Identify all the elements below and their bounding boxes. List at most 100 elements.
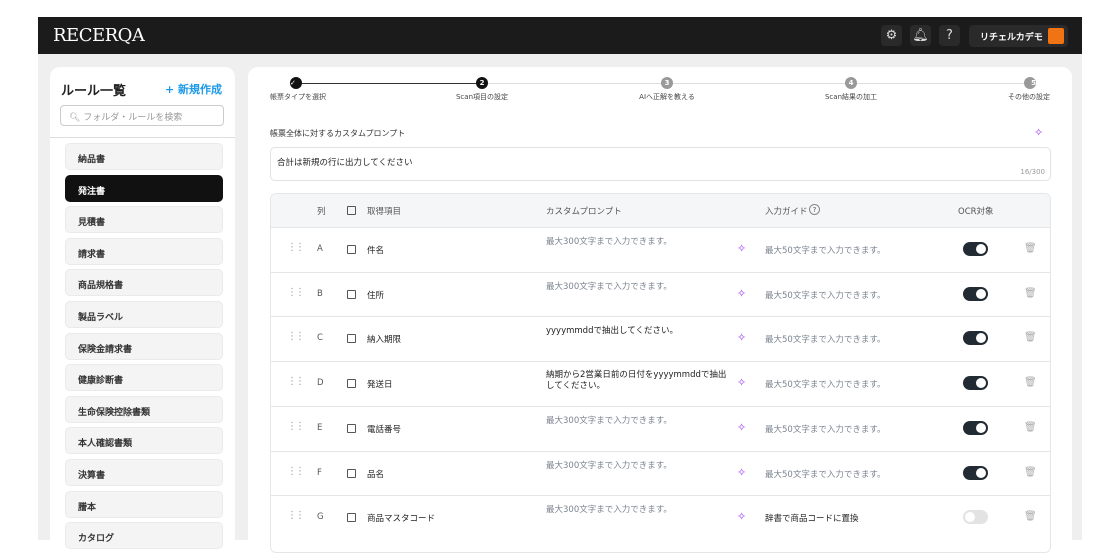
row-checkbox[interactable]: [347, 513, 356, 523]
drag-handle-icon[interactable]: ⋮⋮: [287, 287, 305, 298]
row-checkbox[interactable]: [347, 245, 356, 254]
custom-prompt-label: 帳票全体に対するカスタムプロンプト: [270, 129, 406, 138]
select-all-checkbox[interactable]: [347, 206, 356, 215]
row-guide-input[interactable]: 最大50文字まで入力できます。: [765, 423, 885, 435]
help-icon[interactable]: ?: [809, 204, 820, 215]
ai-sparkle-icon[interactable]: ✧: [737, 242, 746, 255]
row-prompt-input[interactable]: 最大300文字まで入力できます。: [546, 416, 731, 427]
row-guide-input[interactable]: 辞書で商品コードに置換: [765, 512, 859, 524]
row-item: 発送日: [367, 380, 393, 391]
custom-prompt-input[interactable]: 合計は新規の行に出力してください 16/300: [270, 147, 1051, 181]
drag-handle-icon[interactable]: ⋮⋮: [287, 421, 305, 432]
custom-prompt-value: 合計は新規の行に出力してください: [277, 158, 413, 168]
row-prompt-input[interactable]: 納期から2営業日前の日付をyyyymmddで抽出してください。: [546, 370, 731, 392]
user-menu[interactable]: リチェルカデモ: [969, 25, 1068, 47]
drag-handle-icon[interactable]: ⋮⋮: [287, 331, 305, 342]
step[interactable]: 5 その他の設定: [950, 77, 1050, 102]
row-checkbox[interactable]: [347, 423, 356, 433]
ocr-toggle[interactable]: [963, 510, 988, 525]
sidebar-item[interactable]: 謄本: [65, 490, 223, 518]
step-label: AIへ正解を教える: [639, 93, 695, 101]
help-icon[interactable]: ?: [939, 25, 960, 46]
sidebar-item[interactable]: カタログ: [65, 522, 223, 550]
new-rule-button[interactable]: + 新規作成: [165, 81, 222, 97]
step-label: Scan項目の設定: [455, 93, 509, 101]
row-prompt-input[interactable]: 最大300文字まで入力できます。: [546, 505, 731, 516]
drag-handle-icon[interactable]: ⋮⋮: [287, 510, 305, 521]
ai-sparkle-icon[interactable]: ✧: [737, 331, 746, 344]
table-row: ⋮⋮ G 商品マスタコード 最大300文字まで入力できます。 ✧ 辞書で商品コー…: [271, 495, 1050, 540]
row-checkbox[interactable]: [347, 334, 356, 344]
trash-icon[interactable]: 🗑︎: [1024, 422, 1037, 433]
drag-handle-icon[interactable]: ⋮⋮: [287, 242, 305, 253]
step-number: 4: [845, 77, 857, 89]
sidebar-item[interactable]: 発注書: [65, 174, 223, 202]
drag-handle-icon[interactable]: ⋮⋮: [287, 376, 305, 387]
sidebar-item[interactable]: 生命保険控除書類: [65, 395, 223, 423]
trash-icon[interactable]: 🗑︎: [1024, 377, 1037, 388]
trash-icon[interactable]: 🗑︎: [1024, 288, 1037, 299]
trash-icon[interactable]: 🗑︎: [1024, 511, 1037, 522]
ai-sparkle-icon[interactable]: ✧: [737, 510, 746, 523]
table-row: ⋮⋮ A 件名 最大300文字まで入力できます。 ✧ 最大50文字まで入力できま…: [271, 227, 1050, 272]
header-guide: 入力ガイド: [765, 207, 808, 217]
ocr-toggle[interactable]: [963, 376, 988, 391]
main-panel: ✓ 帳票タイプを選択 2 Scan項目の設定 3 AIへ正解を教える 4 Scan結果の加工 5…: [248, 67, 1072, 553]
sidebar-item[interactable]: 決算書: [65, 459, 223, 486]
step-label: その他の設定: [1008, 93, 1050, 101]
row-guide-input[interactable]: 最大50文字まで入力できます。: [765, 289, 885, 301]
row-guide-input[interactable]: 最大50文字まで入力できます。: [765, 468, 885, 480]
row-guide-input[interactable]: 最大50文字まで入力できます。: [765, 333, 885, 345]
ocr-toggle[interactable]: [963, 420, 988, 435]
step[interactable]: ✓ 帳票タイプを選択: [270, 77, 370, 102]
step[interactable]: 4 Scan結果の加工: [801, 77, 901, 102]
row-prompt-input[interactable]: 最大300文字まで入力できます。: [546, 282, 731, 293]
settings-gear-icon[interactable]: ⚙: [881, 25, 902, 46]
row-guide-input[interactable]: 最大50文字まで入力できます。: [765, 378, 885, 390]
drag-handle-icon[interactable]: ⋮⋮: [287, 466, 305, 477]
sidebar-item[interactable]: 健康診断書: [65, 364, 223, 392]
sidebar-item[interactable]: 見積書: [65, 206, 223, 234]
ai-sparkle-icon[interactable]: ✧: [737, 287, 746, 300]
ocr-toggle[interactable]: [963, 331, 988, 346]
row-checkbox[interactable]: [347, 379, 356, 389]
row-col: B: [317, 288, 323, 299]
row-item: 電話番号: [367, 424, 402, 435]
row-prompt-input[interactable]: 最大300文字まで入力できます。: [546, 237, 731, 248]
trash-icon[interactable]: 🗑︎: [1024, 467, 1037, 478]
search-input[interactable]: 🔍︎ フォルダ・ルールを検索: [60, 105, 224, 126]
sidebar-item[interactable]: 商品規格書: [65, 269, 223, 297]
sidebar-item[interactable]: 請求書: [65, 237, 223, 265]
ocr-toggle[interactable]: [963, 465, 988, 480]
row-checkbox[interactable]: [347, 468, 356, 478]
ocr-toggle[interactable]: [963, 242, 988, 256]
row-item: 納入期限: [367, 335, 402, 346]
sidebar-item[interactable]: 納品書: [65, 143, 223, 170]
step[interactable]: 3 AIへ正解を教える: [617, 77, 717, 102]
step[interactable]: 2 Scan項目の設定: [432, 77, 532, 102]
row-prompt-input[interactable]: 最大300文字まで入力できます。: [546, 461, 731, 472]
ocr-toggle[interactable]: [963, 286, 988, 301]
search-placeholder: フォルダ・ルールを検索: [83, 113, 183, 123]
trash-icon[interactable]: 🗑︎: [1024, 332, 1037, 343]
ai-sparkle-icon[interactable]: ✧: [737, 466, 746, 479]
trash-icon[interactable]: 🗑︎: [1024, 243, 1037, 254]
step-number: ✓: [290, 77, 302, 89]
bell-icon[interactable]: 🔔︎: [910, 25, 931, 46]
scan-items-table: 列 取得項目 カスタムプロンプト 入力ガイド ? OCR対象 ⋮⋮ A 件名 最…: [270, 193, 1051, 553]
ai-sparkle-icon[interactable]: ✧: [1034, 126, 1043, 139]
user-name: リチェルカデモ: [980, 33, 1043, 43]
row-guide-input[interactable]: 最大50文字まで入力できます。: [765, 244, 885, 256]
ai-sparkle-icon[interactable]: ✧: [737, 376, 746, 389]
sidebar-item[interactable]: 保険金請求書: [65, 332, 223, 360]
row-checkbox[interactable]: [347, 289, 356, 299]
sidebar-item[interactable]: 本人確認書類: [65, 427, 223, 455]
header-item: 取得項目: [367, 207, 402, 217]
row-item: 件名: [367, 246, 385, 256]
sidebar-item[interactable]: 製品ラベル: [65, 301, 223, 328]
row-col: C: [317, 333, 323, 344]
table-header: 列 取得項目 カスタムプロンプト 入力ガイド ? OCR対象: [271, 194, 1050, 227]
ai-sparkle-icon[interactable]: ✧: [737, 421, 746, 434]
row-prompt-input[interactable]: yyyymmddで抽出してください。: [546, 326, 731, 337]
header-ocr: OCR対象: [958, 207, 994, 217]
